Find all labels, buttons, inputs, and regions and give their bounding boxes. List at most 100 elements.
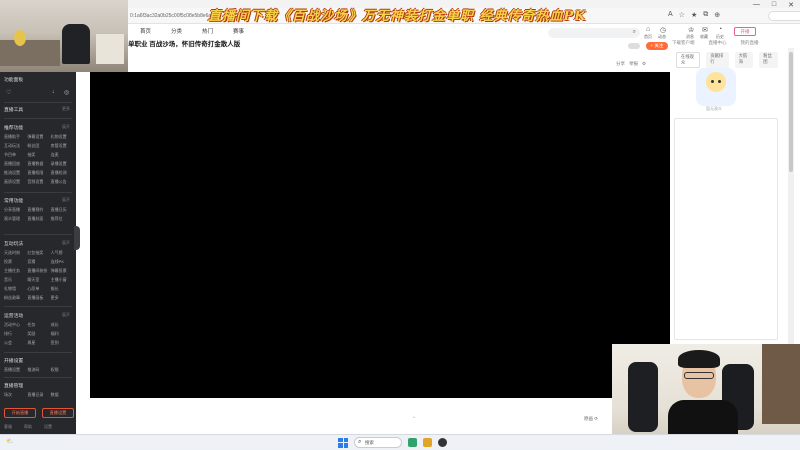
my-live-link[interactable]: 我的直播 <box>741 40 759 46</box>
panel-item[interactable]: 礼物墙 <box>4 286 27 292</box>
nav-item-events[interactable]: 赛事 <box>233 26 244 38</box>
panel-item[interactable]: 粉丝团 <box>27 143 50 149</box>
obs-app-icon[interactable] <box>438 438 447 447</box>
panel-item[interactable]: 公会 <box>4 340 27 346</box>
share-link[interactable]: 分享 <box>616 61 625 67</box>
favorite-icon[interactable]: ☆ <box>679 11 685 19</box>
site-search-input[interactable]: ⌕ <box>548 28 640 38</box>
support-link[interactable]: 客服 <box>4 424 12 430</box>
nav-item-hot[interactable]: 热门 <box>202 26 213 38</box>
panel-item[interactable]: 投票 <box>4 259 27 265</box>
panel-item[interactable]: 周星 <box>27 340 50 346</box>
panel-collapse-handle[interactable] <box>74 226 80 250</box>
user-icon[interactable]: ◎ <box>64 89 69 96</box>
dynamic-icon[interactable]: ◷ <box>660 26 666 34</box>
video-player[interactable] <box>90 72 670 398</box>
panel-item[interactable]: 红包抽奖 <box>27 250 50 256</box>
edge-app-icon[interactable] <box>408 438 417 447</box>
collections-icon[interactable]: ⧉ <box>703 11 708 19</box>
start-live-button[interactable]: 开始直播 <box>4 408 36 418</box>
browser-search-input[interactable] <box>768 11 800 21</box>
chat-box[interactable] <box>674 118 778 340</box>
tab-online-viewers[interactable]: 在线观众 <box>676 52 701 68</box>
section-more[interactable]: 展开 <box>62 124 70 130</box>
live-settings-button[interactable]: 直播设置 <box>42 408 74 418</box>
chrome-app-icon[interactable] <box>423 438 432 447</box>
panel-item[interactable]: 聊天室 <box>27 277 50 283</box>
open-live-button[interactable]: 开播 <box>734 27 756 36</box>
help-link[interactable]: 帮助 <box>24 424 32 430</box>
panel-item[interactable]: 直播画板 <box>27 295 50 301</box>
panel-item[interactable]: 弹幕投票 <box>51 268 74 274</box>
panel-item[interactable]: 直播设置 <box>4 367 27 373</box>
settings-icon[interactable]: ⚙ <box>642 61 646 67</box>
panel-item[interactable]: 竞猜 <box>27 259 50 265</box>
download-client-link[interactable]: 下载客户端 <box>672 40 695 46</box>
tab-guard[interactable]: 大航海 <box>734 52 754 68</box>
panel-item[interactable]: 直播检测 <box>51 170 74 176</box>
panel-item[interactable]: 福利 <box>51 331 74 337</box>
panel-item[interactable]: 任务 <box>27 322 50 328</box>
lightbulb-icon[interactable]: ♡ <box>6 89 11 96</box>
panel-item[interactable]: 活动中心 <box>4 322 27 328</box>
favorites-bar-icon[interactable]: ★ <box>691 11 697 19</box>
panel-item[interactable]: 奖励 <box>27 331 50 337</box>
panel-item[interactable]: 分享直播 <box>4 207 27 213</box>
extensions-icon[interactable]: ⊕ <box>714 11 720 19</box>
weather-icon[interactable]: ⛅ <box>6 438 13 445</box>
section-more[interactable]: 更多 <box>62 106 70 112</box>
panel-item[interactable]: 天选时刻 <box>4 250 27 256</box>
search-icon[interactable]: ⌕ <box>633 29 636 36</box>
panel-item[interactable]: 直播日历 <box>51 207 74 213</box>
nav-item-home[interactable]: 首页 <box>140 26 151 38</box>
read-aloud-icon[interactable]: A <box>668 11 673 19</box>
panel-item[interactable]: 直播公告 <box>51 179 74 185</box>
section-more[interactable]: 展开 <box>62 197 70 203</box>
panel-item[interactable]: 画质设置 <box>4 179 27 185</box>
tab-contribution[interactable]: 贡献排行 <box>706 52 729 68</box>
panel-item[interactable]: 排行 <box>4 331 27 337</box>
panel-item[interactable]: 成长 <box>51 322 74 328</box>
taskbar-search-input[interactable]: 搜索 <box>354 437 402 448</box>
settings-link[interactable]: 设置 <box>44 424 52 430</box>
panel-item[interactable]: 直播回放 <box>4 161 27 167</box>
panel-item[interactable]: 签到 <box>51 340 74 346</box>
panel-item[interactable]: 抽奖 <box>27 152 50 158</box>
panel-item[interactable]: 主播任务 <box>4 268 27 274</box>
panel-item[interactable]: 观众管理 <box>4 216 27 222</box>
panel-item[interactable]: 舰长 <box>51 286 74 292</box>
panel-item[interactable]: 推流码 <box>27 367 50 373</box>
mic-icon[interactable]: ♩ <box>52 89 58 96</box>
history-icon[interactable]: ◔ <box>718 26 722 33</box>
panel-item[interactable]: 音频设置 <box>27 179 50 185</box>
panel-item[interactable]: 推流设置 <box>4 170 27 176</box>
home-icon[interactable]: ⌂ <box>646 26 650 33</box>
report-link[interactable]: 举报 <box>629 61 638 67</box>
message-icon[interactable]: ♔ <box>688 26 694 34</box>
panel-item[interactable]: 粉丝勋章 <box>4 295 27 301</box>
panel-item[interactable]: 互动玩法 <box>4 143 27 149</box>
panel-item[interactable]: 直播间装扮 <box>27 268 50 274</box>
panel-item[interactable]: 弹幕设置 <box>27 134 50 140</box>
favorites-icon[interactable]: ✉ <box>702 26 708 34</box>
panel-item[interactable]: 直播数据 <box>27 161 50 167</box>
panel-item[interactable]: 权限 <box>51 367 74 373</box>
section-more[interactable]: 展开 <box>62 312 70 318</box>
panel-item[interactable]: 房管设置 <box>51 143 74 149</box>
chevron-down-icon[interactable]: ⌄ <box>412 414 416 420</box>
tab-fans[interactable]: 粉丝团 <box>759 52 778 68</box>
nav-item-category[interactable]: 分类 <box>171 26 182 38</box>
panel-item[interactable]: 节目单 <box>4 152 27 158</box>
panel-item[interactable]: 直播封面 <box>27 216 50 222</box>
panel-item[interactable]: 人气榜 <box>51 250 74 256</box>
panel-item[interactable]: 主播小窗 <box>51 277 74 283</box>
panel-item[interactable]: 直播权限 <box>27 170 50 176</box>
panel-item[interactable]: 推荐位 <box>51 216 74 222</box>
panel-item[interactable]: 场次 <box>4 392 27 398</box>
scrollbar-thumb[interactable] <box>789 52 793 172</box>
panel-item[interactable]: 心愿单 <box>27 286 50 292</box>
panel-item[interactable]: 更多 <box>51 295 74 301</box>
panel-item[interactable]: 直播记录 <box>27 392 50 398</box>
panel-item[interactable]: 礼物设置 <box>51 134 74 140</box>
notify-toggle[interactable] <box>628 43 640 49</box>
